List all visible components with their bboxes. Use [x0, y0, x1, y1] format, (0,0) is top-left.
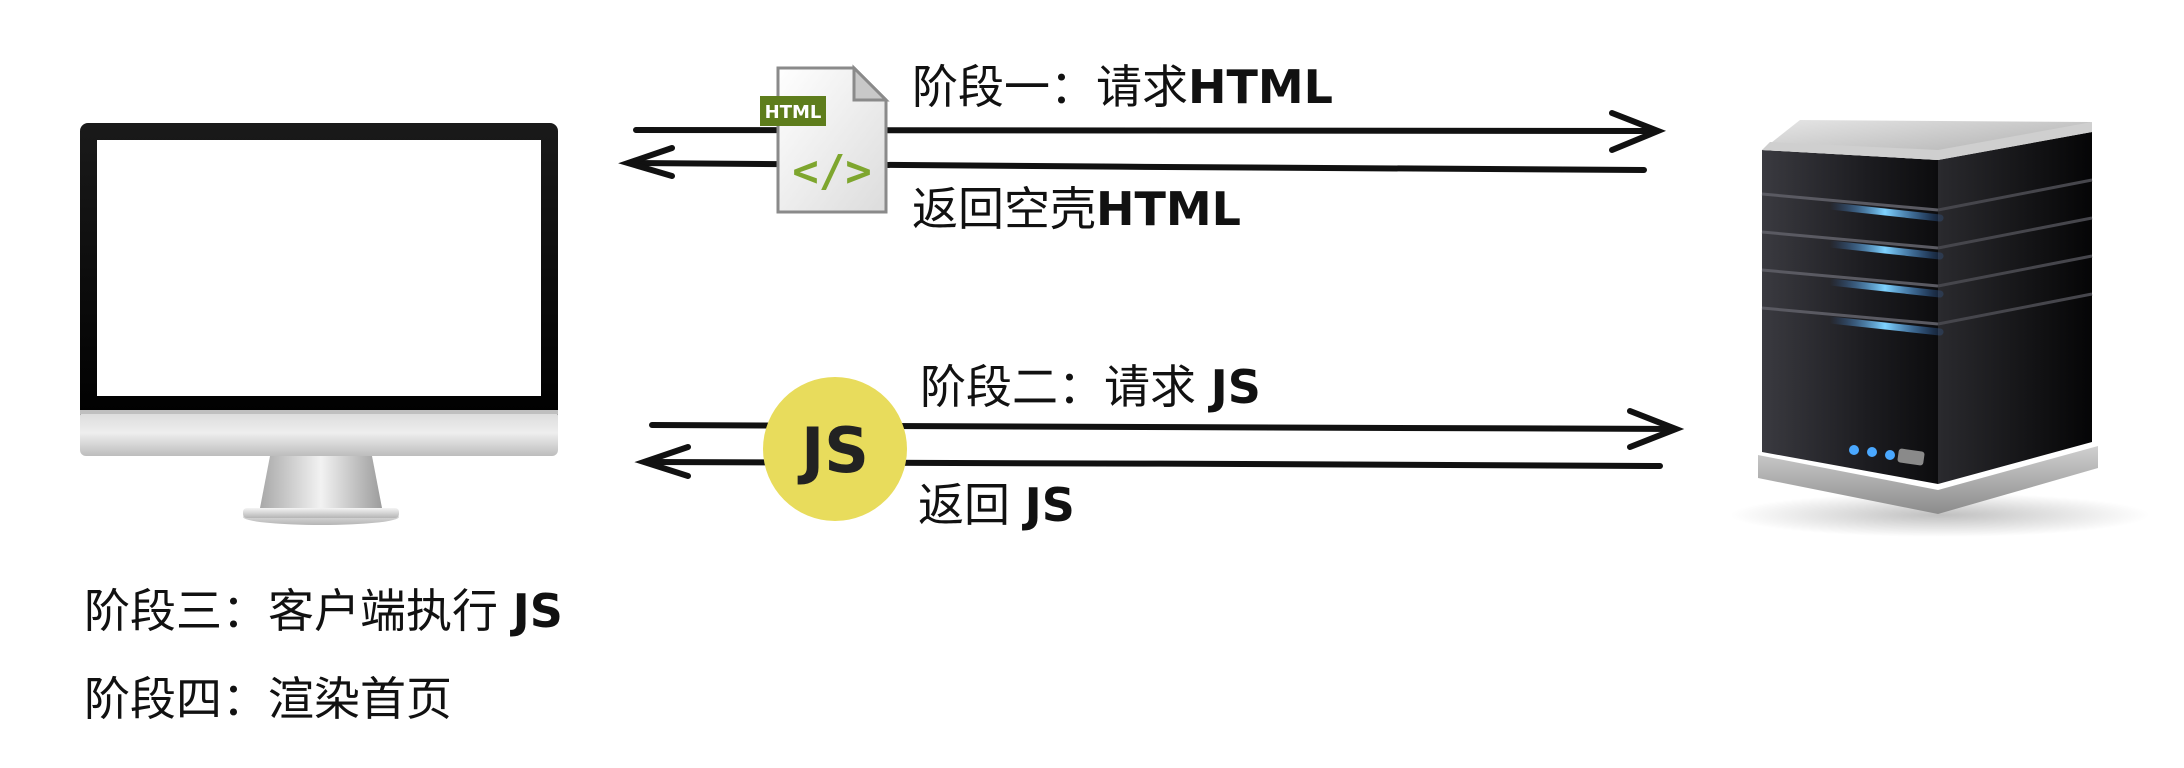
stage2-label: 阶段二：请求 JS: [920, 360, 1261, 414]
monitor-icon: [80, 123, 558, 525]
js-badge-text: JS: [797, 414, 869, 487]
stage3-label: 阶段三：客户端执行 JS: [84, 584, 563, 638]
stage1-label: 阶段一：请求HTML: [912, 60, 1333, 114]
server-icon: [1730, 120, 2150, 537]
html-file-icon: HTML </>: [760, 64, 890, 214]
stage4-label: 阶段四：渲染首页: [84, 672, 452, 726]
code-glyph: </>: [792, 146, 871, 197]
return-js-label: 返回 JS: [918, 478, 1075, 532]
return-html-label: 返回空壳HTML: [912, 182, 1241, 236]
monitor-screen: [97, 140, 541, 396]
js-badge-icon: JS: [763, 377, 907, 521]
html-badge-text: HTML: [765, 102, 822, 123]
